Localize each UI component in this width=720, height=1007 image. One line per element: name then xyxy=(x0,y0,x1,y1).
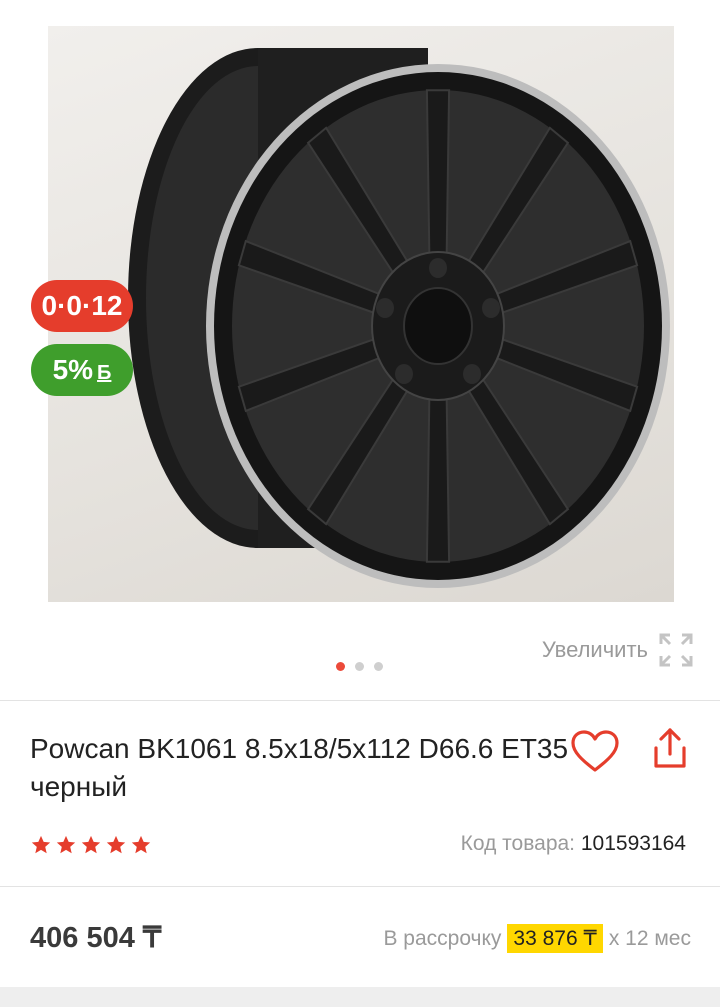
installment-term: x 12 мес xyxy=(608,926,691,950)
installment-badge-label: 0·0·12 xyxy=(41,290,123,321)
star-icon xyxy=(106,835,126,854)
heart-icon xyxy=(571,730,619,772)
star-icon xyxy=(81,835,101,854)
product-code: Код товара: 101593164 xyxy=(461,832,686,856)
product-code-label: Код товара: xyxy=(460,832,576,855)
wheel-spoke xyxy=(425,89,451,260)
wheel-spoke xyxy=(425,392,451,563)
installment-info[interactable]: В рассрочку 33 876 ₸ x 12 мес xyxy=(383,924,691,953)
carousel-dot[interactable] xyxy=(336,662,345,671)
bonus-badge[interactable]: 5% Б xyxy=(31,344,133,396)
divider xyxy=(0,700,720,701)
product-code-value: 101593164 xyxy=(580,832,686,855)
wheel-image xyxy=(128,48,670,588)
installment-badge[interactable]: 0·0·12 xyxy=(31,280,133,332)
bonus-symbol: Б xyxy=(97,362,112,384)
bonus-percent: 5% xyxy=(52,354,94,385)
star-icon xyxy=(31,835,51,854)
carousel-dots xyxy=(336,662,383,671)
expand-icon xyxy=(659,633,693,667)
divider xyxy=(0,886,720,887)
share-button[interactable] xyxy=(648,726,692,777)
zoom-button[interactable]: Увеличить xyxy=(542,632,694,668)
product-image[interactable] xyxy=(48,26,674,602)
carousel-dot[interactable] xyxy=(374,662,383,671)
star-icon xyxy=(131,835,151,854)
installment-amount: 33 876 ₸ xyxy=(507,924,603,953)
share-icon xyxy=(654,728,686,768)
favorite-button[interactable] xyxy=(570,730,620,779)
product-gallery[interactable]: 0·0·12 5% Б Увеличить xyxy=(0,0,720,700)
star-icon xyxy=(56,835,76,854)
carousel-dot[interactable] xyxy=(355,662,364,671)
rating-stars xyxy=(30,834,152,856)
bottom-separator xyxy=(0,987,720,1007)
product-price: 406 504 ₸ xyxy=(30,922,162,954)
zoom-label: Увеличить xyxy=(541,637,648,662)
product-title: Powcan BK1061 8.5x18/5x112 D66.6 ET35 че… xyxy=(30,733,569,802)
installment-label: В рассрочку xyxy=(383,926,502,950)
